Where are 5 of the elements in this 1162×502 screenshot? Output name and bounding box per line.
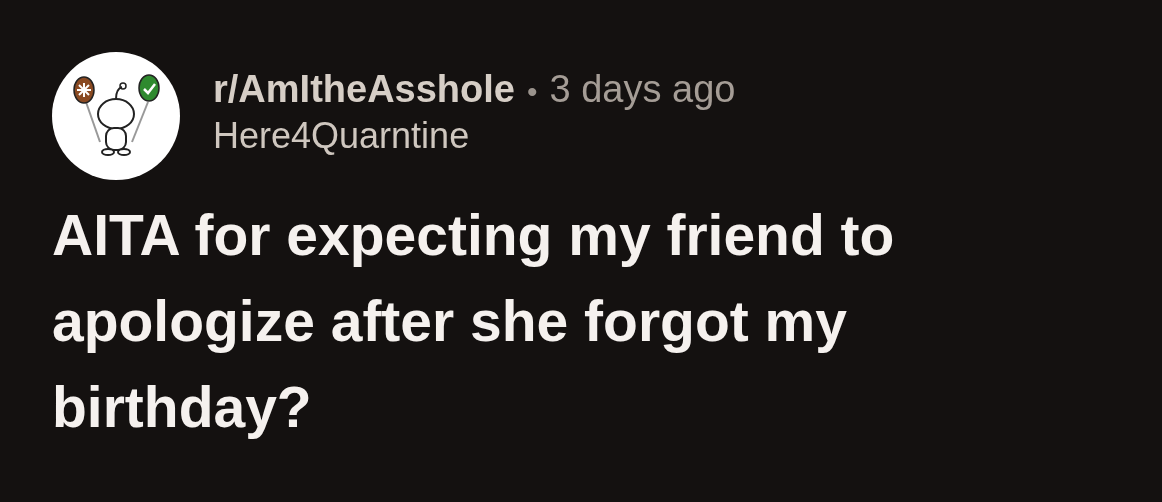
subreddit-link[interactable]: r/AmItheAsshole bbox=[213, 67, 515, 111]
post-age: 3 days ago bbox=[549, 67, 736, 111]
separator: • bbox=[526, 74, 538, 109]
post-title: AITA for expecting my friend to apologize after she forgot my birthday? bbox=[52, 202, 896, 441]
author-name[interactable]: Here4Quarntine bbox=[213, 114, 736, 157]
